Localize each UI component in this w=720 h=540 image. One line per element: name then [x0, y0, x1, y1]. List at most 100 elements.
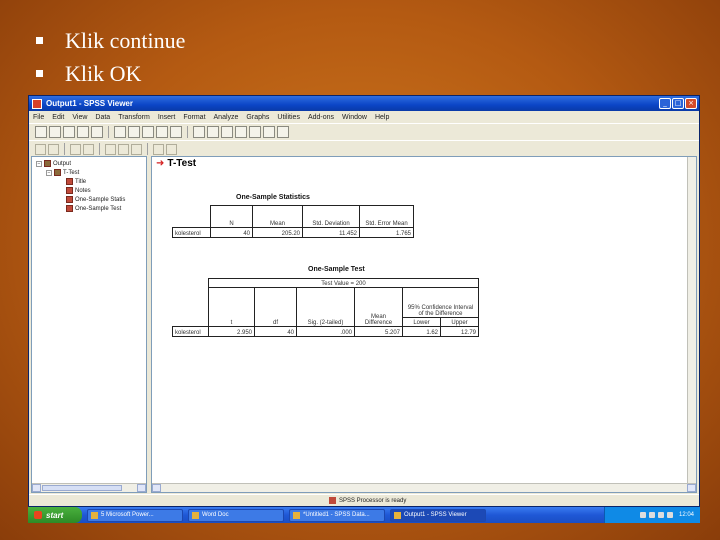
table-header-cell: N — [210, 205, 253, 228]
menu-data[interactable]: Data — [95, 114, 110, 121]
outline-label: One-Sample Statis — [75, 196, 126, 203]
menu-add-ons[interactable]: Add-ons — [308, 114, 334, 121]
toolbar-separator — [147, 143, 148, 155]
output-vertical-scrollbar[interactable] — [687, 157, 696, 483]
export-icon[interactable] — [91, 126, 103, 138]
outline-item-title[interactable]: Title — [36, 177, 125, 186]
outline-item-t-test[interactable]: − T-Test — [36, 168, 125, 177]
insert-new-heading-icon[interactable] — [131, 143, 142, 155]
table-cell: 40 — [210, 227, 253, 238]
hide-icon[interactable] — [118, 143, 129, 155]
outline-item-output[interactable]: − Output — [36, 159, 125, 168]
menu-view[interactable]: View — [72, 114, 87, 121]
menu-analyze[interactable]: Analyze — [214, 114, 239, 121]
toolbar-separator — [108, 126, 109, 138]
spss-app-icon — [32, 98, 42, 109]
output-pane: ➜ T-Test One-Sample Statistics N Mean St… — [151, 156, 697, 493]
menu-edit[interactable]: Edit — [52, 114, 64, 121]
outline-item-notes[interactable]: Notes — [36, 186, 125, 195]
table-cell: 1.765 — [359, 227, 414, 238]
start-label: start — [46, 510, 64, 520]
table-header-row: N Mean Std. Deviation Std. Error Mean — [172, 205, 414, 228]
scroll-left-icon[interactable] — [32, 484, 41, 492]
outline-item-test[interactable]: One-Sample Test — [36, 204, 125, 213]
scroll-left-icon[interactable] — [152, 484, 161, 492]
scroll-right-icon[interactable] — [687, 484, 696, 492]
maximize-button[interactable]: □ — [672, 98, 684, 109]
table-cell: 12.79 — [440, 326, 479, 337]
save-icon[interactable] — [49, 126, 61, 138]
menu-file[interactable]: File — [33, 114, 44, 121]
collapse-toggle-icon[interactable]: − — [46, 169, 52, 176]
outline-horizontal-scrollbar[interactable] — [32, 483, 146, 492]
open-icon[interactable] — [35, 126, 47, 138]
tray-icon[interactable] — [648, 512, 655, 518]
one-sample-test-table[interactable]: Test Value = 200 t df Sig. (2-tailed) Me… — [172, 278, 479, 337]
spss-viewer-icon — [394, 511, 401, 519]
insert-title-icon[interactable] — [235, 126, 247, 138]
volume-icon[interactable] — [666, 512, 673, 518]
promote-arrow-left-icon[interactable] — [35, 143, 46, 155]
table-row: kolesterol 40 205.20 11.452 1.765 — [172, 227, 414, 238]
insert-heading-icon[interactable] — [221, 126, 233, 138]
menu-insert[interactable]: Insert — [158, 114, 176, 121]
recall-dialog-icon[interactable] — [114, 126, 126, 138]
menu-graphs[interactable]: Graphs — [246, 114, 269, 121]
collapse-minus-icon[interactable] — [83, 143, 94, 155]
output-horizontal-scrollbar[interactable] — [152, 483, 696, 492]
table-header-row: Test Value = 200 — [172, 278, 479, 327]
menu-window[interactable]: Window — [342, 114, 367, 121]
bullet-square-icon — [36, 70, 43, 77]
status-bar: SPSS Processor is ready — [29, 494, 699, 506]
table-icon — [66, 205, 73, 212]
expand-plus-icon[interactable] — [70, 143, 81, 155]
menu-transform[interactable]: Transform — [118, 114, 150, 121]
print-preview-icon[interactable] — [77, 126, 89, 138]
taskbar-button-spss-data[interactable]: *Untitled1 - SPSS Data... — [289, 508, 385, 522]
show-icon[interactable] — [105, 143, 116, 155]
menu-format[interactable]: Format — [183, 114, 205, 121]
menu-utilities[interactable]: Utilities — [277, 114, 300, 121]
taskbar-button-spss-viewer[interactable]: Output1 - SPSS Viewer — [390, 508, 486, 522]
window-title: Output1 - SPSS Viewer — [46, 99, 133, 108]
insert-text-icon[interactable] — [249, 126, 261, 138]
chart-icon[interactable] — [263, 126, 275, 138]
table-cell: 205.20 — [252, 227, 303, 238]
show-all-icon[interactable] — [277, 126, 289, 138]
ci-header: 95% Confidence Interval of the Differenc… — [402, 287, 479, 318]
slide-bullets: Klik continue Klik OK — [36, 24, 185, 90]
scroll-right-icon[interactable] — [137, 484, 146, 492]
demote-arrow-right-icon[interactable] — [48, 143, 59, 155]
insert-new-title-icon[interactable] — [153, 143, 164, 155]
one-sample-statistics-table[interactable]: N Mean Std. Deviation Std. Error Mean ko… — [172, 205, 414, 238]
close-button[interactable]: × — [685, 98, 697, 109]
outline-label: Title — [75, 178, 87, 185]
start-button[interactable]: start — [28, 507, 82, 523]
tray-icon[interactable] — [657, 512, 664, 518]
t-test-heading: ➜ T-Test — [156, 158, 196, 169]
variables-icon[interactable] — [170, 126, 182, 138]
scroll-thumb[interactable] — [42, 485, 122, 491]
table-cell: 5.207 — [354, 326, 403, 337]
minimize-button[interactable]: _ — [659, 98, 671, 109]
print-icon[interactable] — [63, 126, 75, 138]
spss-viewer-window: Output1 - SPSS Viewer _ □ × File Edit Vi… — [28, 95, 700, 507]
table-cell: 40 — [254, 326, 297, 337]
designate-window-icon[interactable] — [207, 126, 219, 138]
undo-icon[interactable] — [128, 126, 140, 138]
taskbar-button-word[interactable]: Word Doc — [188, 508, 284, 522]
title-bar[interactable]: Output1 - SPSS Viewer _ □ × — [29, 96, 699, 111]
outline-item-statistics[interactable]: One-Sample Statis — [36, 195, 125, 204]
goto-case-icon[interactable] — [156, 126, 168, 138]
collapse-toggle-icon[interactable]: − — [36, 160, 42, 167]
status-text: SPSS Processor is ready — [339, 497, 407, 504]
select-last-output-icon[interactable] — [193, 126, 205, 138]
spss-data-icon — [293, 511, 300, 519]
goto-data-icon[interactable] — [142, 126, 154, 138]
menu-help[interactable]: Help — [375, 114, 389, 121]
insert-new-text-icon[interactable] — [166, 143, 177, 155]
system-tray: 12:04 — [604, 507, 700, 523]
taskbar-button-powerpoint[interactable]: 5 Microsoft Power... — [87, 508, 183, 522]
tray-icon[interactable] — [639, 512, 646, 518]
outline-label: One-Sample Test — [75, 205, 122, 212]
